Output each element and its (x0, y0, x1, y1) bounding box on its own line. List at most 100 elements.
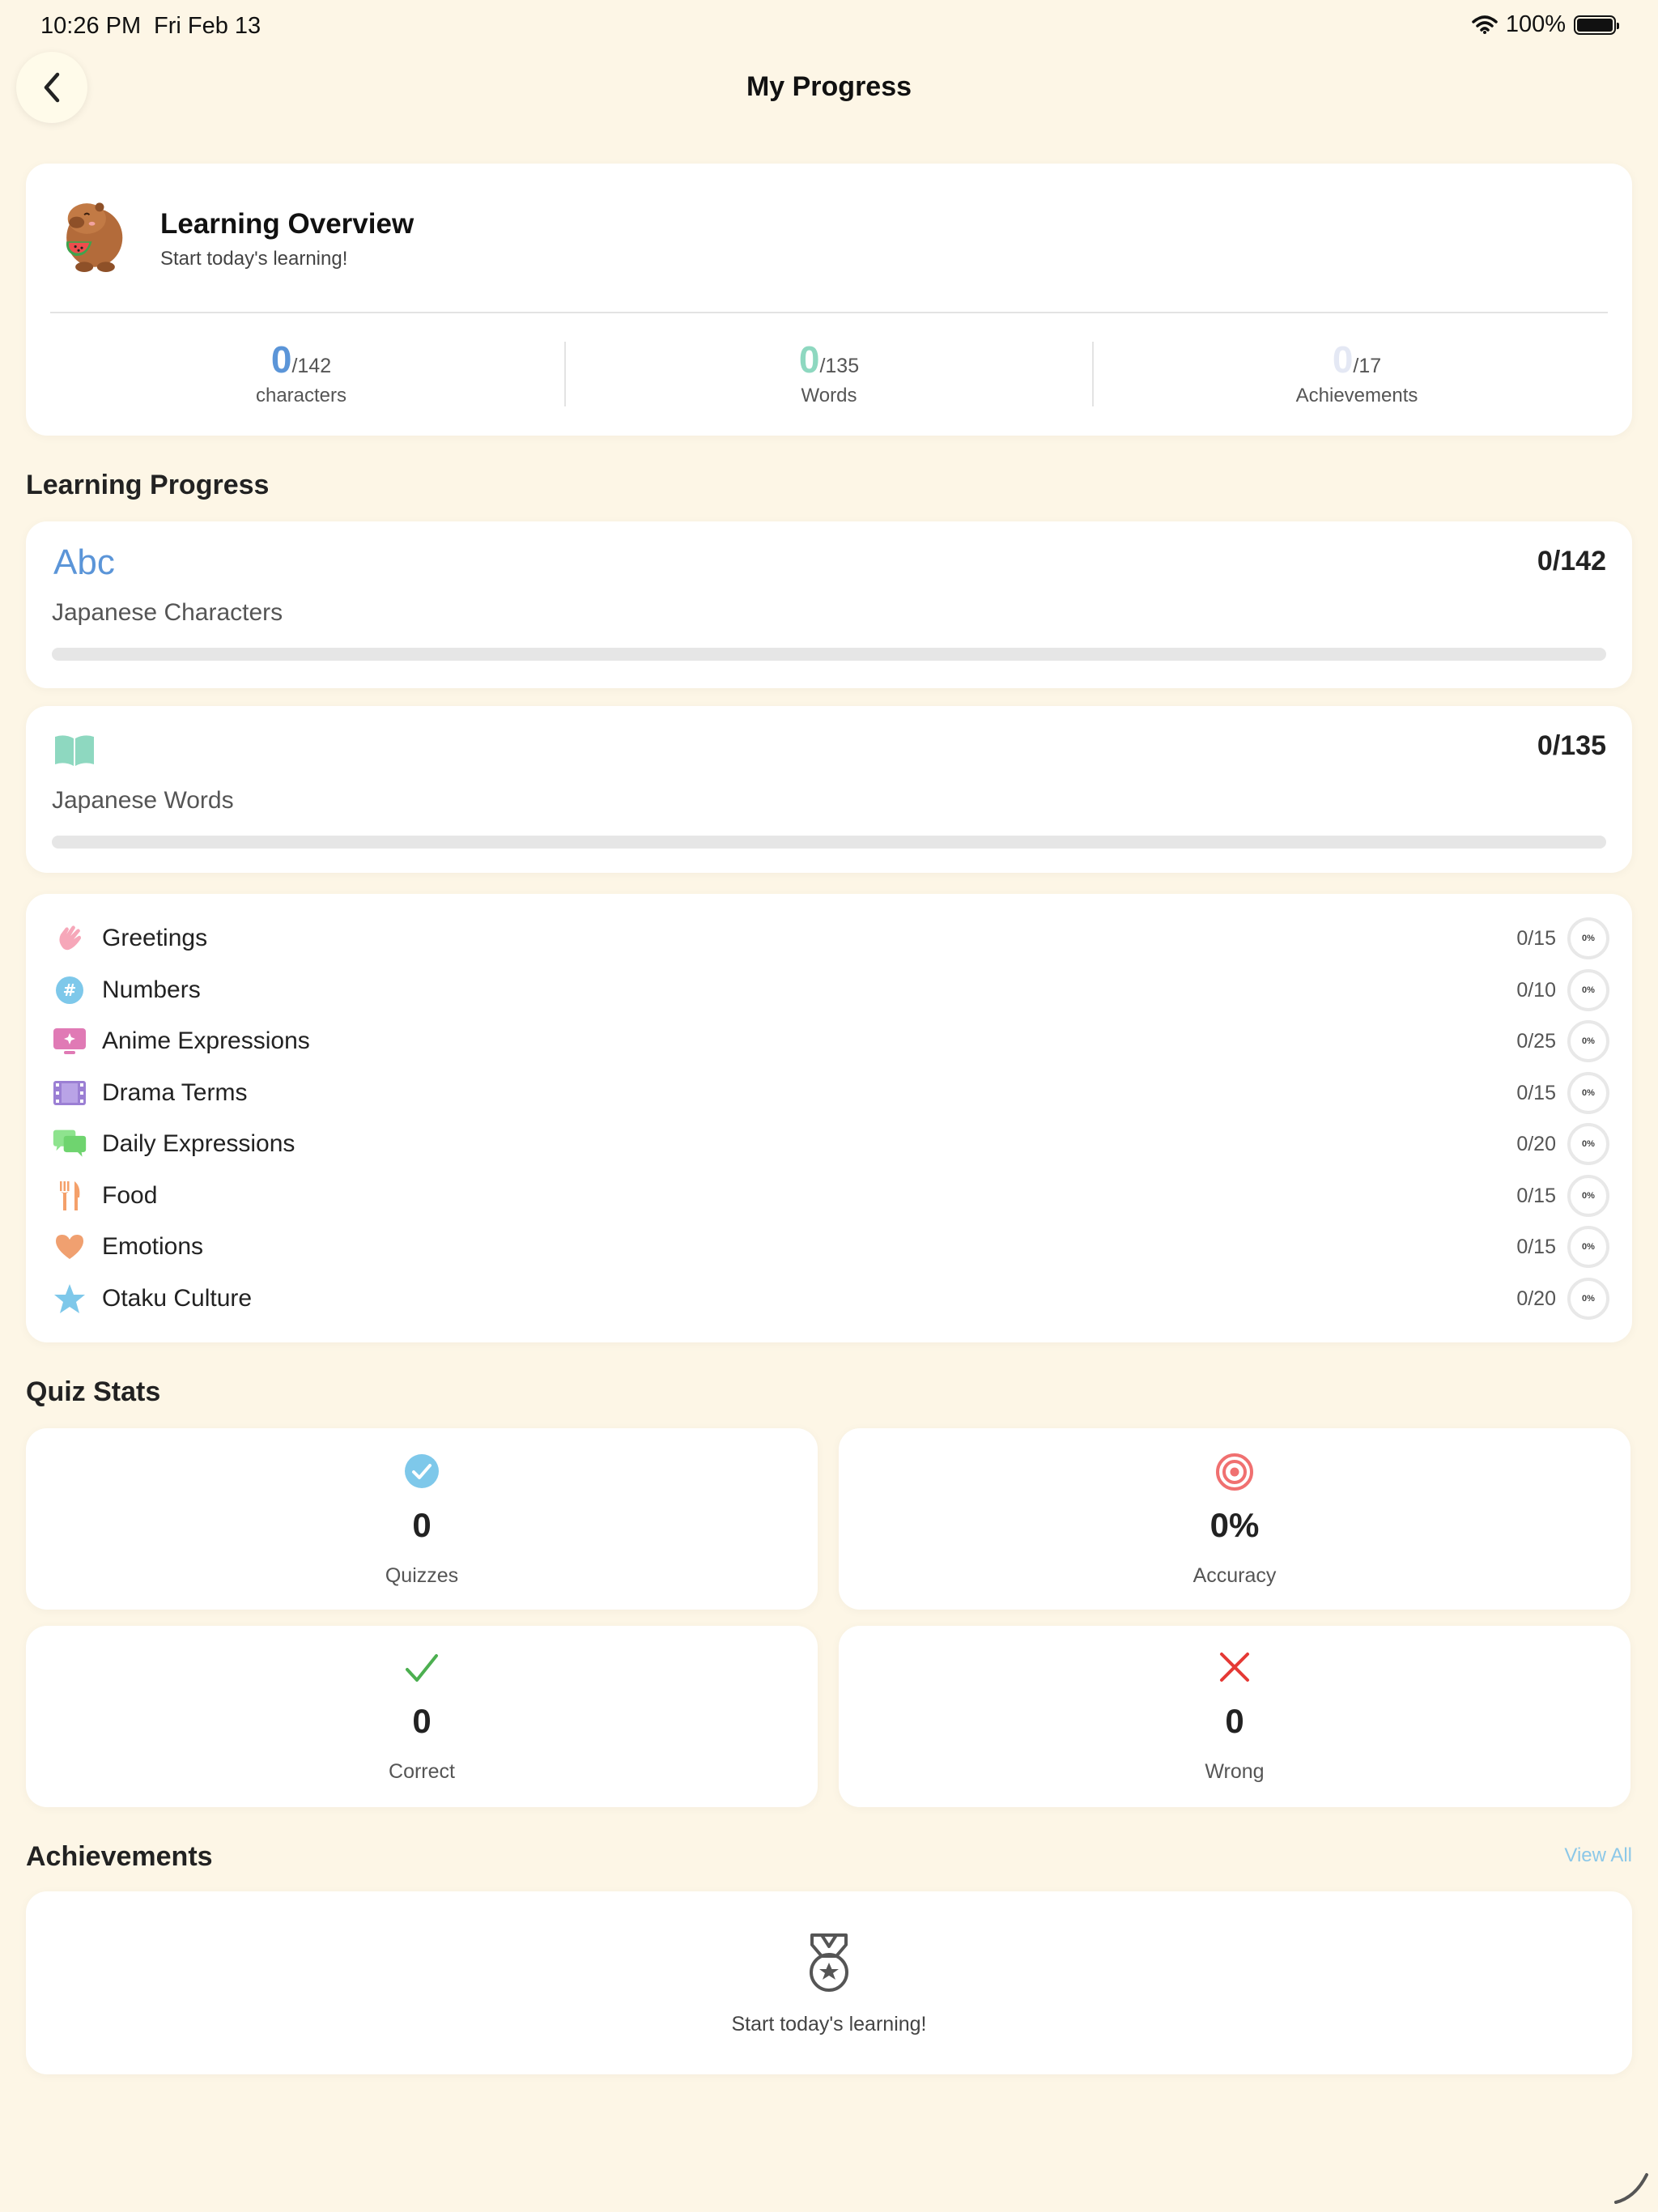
star-icon (52, 1281, 87, 1317)
characters-progress-bar (52, 648, 1606, 661)
stat-words-total: /135 (819, 355, 860, 377)
medal-icon (810, 1933, 848, 1992)
quiz-stat-quizzes: 0 Quizzes (26, 1428, 818, 1610)
category-row-numbers[interactable]: # Numbers 0/10 0% (52, 966, 1609, 1015)
category-progress-ring: 0% (1567, 917, 1609, 959)
overview-subtitle: Start today's learning! (160, 248, 348, 270)
achievements-heading: Achievements (26, 1841, 213, 1872)
close-icon (1220, 1653, 1249, 1682)
correct-label: Correct (389, 1760, 455, 1783)
wifi-icon (1472, 15, 1498, 34)
stat-words-value: 0 (798, 338, 820, 381)
category-count: 0/20 (1516, 1287, 1556, 1310)
abc-icon: Abc (53, 542, 115, 582)
capybara-mascot-icon (66, 202, 123, 272)
category-progress-ring: 0% (1567, 1123, 1609, 1165)
quizzes-label: Quizzes (385, 1564, 459, 1587)
stat-achievements-total: /17 (1353, 355, 1382, 377)
achievements-card: Start today's learning! (26, 1891, 1632, 2074)
overview-divider (50, 312, 1608, 313)
stat-achievements-value: 0 (1332, 338, 1354, 381)
category-name: Daily Expressions (102, 1130, 295, 1157)
category-progress-ring: 0% (1567, 1175, 1609, 1217)
stat-characters-total: /142 (291, 355, 332, 377)
tv-sparkle-icon (52, 1023, 87, 1059)
chat-bubbles-icon (52, 1126, 87, 1162)
category-count: 0/15 (1516, 926, 1556, 950)
category-name: Food (102, 1182, 158, 1209)
heart-icon (52, 1229, 87, 1265)
quiz-stat-accuracy: 0% Accuracy (839, 1428, 1630, 1610)
category-name: Drama Terms (102, 1079, 248, 1106)
category-name: Anime Expressions (102, 1027, 310, 1054)
category-row-food[interactable]: Food 0/15 0% (52, 1172, 1609, 1220)
svg-text:#: # (63, 981, 77, 1000)
characters-count: 0/142 (1537, 546, 1606, 576)
category-progress-ring: 0% (1567, 1072, 1609, 1114)
words-progress-bar (52, 836, 1606, 849)
stat-achievements-label: Achievements (1295, 385, 1418, 406)
target-icon (1216, 1453, 1253, 1491)
japanese-characters-card[interactable]: Abc 0/142 Japanese Characters (26, 521, 1632, 688)
status-bar: 10:26 PM Fri Feb 13 100% (0, 0, 1658, 50)
category-row-emotions[interactable]: Emotions 0/15 0% (52, 1223, 1609, 1271)
category-count: 0/15 (1516, 1184, 1556, 1207)
category-name: Emotions (102, 1233, 204, 1260)
book-icon (55, 735, 94, 766)
quiz-stats-heading: Quiz Stats (26, 1376, 161, 1407)
category-name: Numbers (102, 976, 201, 1003)
category-count: 0/25 (1516, 1029, 1556, 1053)
number-sign-icon: # (52, 972, 87, 1008)
wrong-value: 0 (1225, 1702, 1244, 1740)
learning-progress-heading: Learning Progress (26, 470, 270, 500)
category-progress-ring: 0% (1567, 969, 1609, 1011)
achievements-empty-text: Start today's learning! (731, 2013, 927, 2035)
quiz-stat-wrong: 0 Wrong (839, 1626, 1630, 1807)
stat-characters-label: characters (255, 385, 347, 406)
stat-words: 0/135 Words (566, 338, 1092, 407)
category-row-anime-expressions[interactable]: Anime Expressions 0/25 0% (52, 1017, 1609, 1066)
correct-value: 0 (412, 1702, 432, 1740)
accuracy-label: Accuracy (1192, 1564, 1277, 1587)
checkmark-icon (406, 1654, 438, 1682)
words-label: Japanese Words (52, 787, 234, 814)
category-progress-ring: 0% (1567, 1226, 1609, 1268)
category-count: 0/15 (1516, 1235, 1556, 1258)
category-list-card: Greetings 0/15 0% # Numbers 0/10 0% Anim… (26, 894, 1632, 1342)
stat-characters-value: 0 (270, 338, 292, 381)
wrong-label: Wrong (1205, 1760, 1265, 1783)
category-name: Otaku Culture (102, 1285, 253, 1312)
battery-icon (1574, 15, 1619, 35)
category-count: 0/20 (1516, 1132, 1556, 1155)
stat-characters: 0/142 characters (38, 338, 564, 407)
film-icon (52, 1075, 87, 1111)
scroll-indicator-icon (1614, 2173, 1648, 2204)
check-circle-icon (405, 1454, 439, 1488)
battery-percent: 100% (1505, 11, 1566, 37)
fork-knife-icon (52, 1178, 87, 1214)
category-row-drama-terms[interactable]: Drama Terms 0/15 0% (52, 1069, 1609, 1117)
view-all-link[interactable]: View All (1564, 1844, 1632, 1867)
status-right: 100% (1472, 11, 1619, 38)
accuracy-value: 0% (1209, 1506, 1260, 1544)
stat-words-label: Words (801, 385, 857, 406)
category-row-otaku-culture[interactable]: Otaku Culture 0/20 0% (52, 1274, 1609, 1323)
quiz-stat-correct: 0 Correct (26, 1626, 818, 1807)
status-date: Fri Feb 13 (154, 13, 261, 39)
words-count: 0/135 (1537, 730, 1606, 761)
stat-achievements: 0/17 Achievements (1094, 338, 1620, 407)
category-progress-ring: 0% (1567, 1278, 1609, 1320)
category-count: 0/15 (1516, 1081, 1556, 1104)
overview-title: Learning Overview (160, 208, 414, 240)
category-count: 0/10 (1516, 978, 1556, 1002)
waving-hand-icon (52, 921, 87, 956)
category-row-greetings[interactable]: Greetings 0/15 0% (52, 914, 1609, 963)
learning-overview-card: Learning Overview Start today's learning… (26, 164, 1632, 436)
characters-label: Japanese Characters (52, 599, 283, 626)
page-title: My Progress (746, 71, 912, 102)
japanese-words-card[interactable]: 0/135 Japanese Words (26, 706, 1632, 873)
status-time: 10:26 PM (40, 13, 142, 39)
quizzes-value: 0 (412, 1506, 432, 1544)
category-progress-ring: 0% (1567, 1020, 1609, 1062)
category-row-daily-expressions[interactable]: Daily Expressions 0/20 0% (52, 1120, 1609, 1168)
